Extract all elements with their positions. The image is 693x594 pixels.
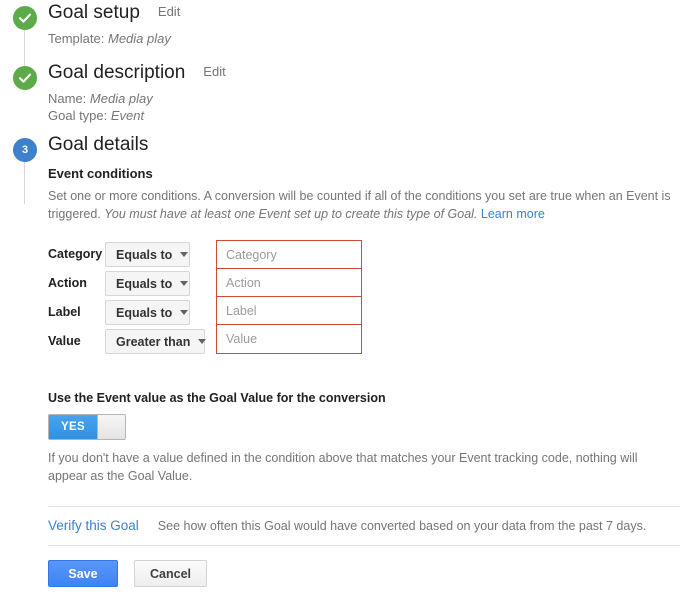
edit-goal-description-link[interactable]: Edit xyxy=(203,64,225,79)
category-operator-select[interactable]: Equals to xyxy=(105,242,190,267)
chevron-down-icon xyxy=(180,252,189,257)
condition-label: Category xyxy=(48,247,103,261)
operator-label: Equals to xyxy=(116,276,173,291)
event-conditions-heading: Event conditions xyxy=(48,166,153,181)
goal-type-prefix-label: Goal type: xyxy=(48,108,111,123)
event-conditions-section: Event conditions Set one or more conditi… xyxy=(48,166,684,223)
goal-name-value: Media play xyxy=(89,91,153,106)
use-event-value-toggle[interactable]: YES xyxy=(48,414,126,440)
step-title: Goal description xyxy=(48,62,186,83)
action-operator-select[interactable]: Equals to xyxy=(105,271,190,296)
toggle-knob xyxy=(97,415,125,439)
value-operator-select[interactable]: Greater than xyxy=(105,329,207,354)
condition-row-value: Value Greater than xyxy=(48,327,213,356)
condition-inputs-group xyxy=(216,240,362,354)
condition-label: Value xyxy=(48,334,81,348)
chevron-down-icon xyxy=(180,281,189,286)
template-prefix-label: Template: xyxy=(48,31,108,46)
condition-label: Label xyxy=(48,305,81,319)
step-goal-setup: Goal setup Edit Template: Media play xyxy=(0,2,180,72)
step-title: Goal setup xyxy=(48,2,140,23)
edit-goal-setup-link[interactable]: Edit xyxy=(158,4,180,19)
verify-goal-row: Verify this Goal See how often this Goal… xyxy=(48,518,646,533)
action-input[interactable] xyxy=(217,269,361,297)
form-actions: Save Cancel xyxy=(48,560,207,587)
cancel-button[interactable]: Cancel xyxy=(134,560,207,587)
stepper-connector-line xyxy=(24,160,25,204)
operator-label: Greater than xyxy=(116,334,191,349)
verify-this-goal-link[interactable]: Verify this Goal xyxy=(48,518,139,533)
value-input[interactable] xyxy=(217,325,361,353)
label-input[interactable] xyxy=(217,297,361,325)
chevron-down-icon xyxy=(180,310,189,315)
template-value: Media play xyxy=(107,31,171,46)
chevron-down-icon xyxy=(198,339,207,344)
goal-setup-template-summary: Template: Media play xyxy=(48,30,180,47)
condition-row-label: Label Equals to xyxy=(48,298,213,327)
event-value-toggle-section: Use the Event value as the Goal Value fo… xyxy=(48,391,684,485)
condition-label: Action xyxy=(48,276,87,290)
step-goal-description: Goal description Edit Name: Media play Go… xyxy=(0,62,226,204)
save-button[interactable]: Save xyxy=(48,560,118,587)
step-number-badge: 3 xyxy=(13,138,37,162)
label-operator-select[interactable]: Equals to xyxy=(105,300,190,325)
condition-row-action: Action Equals to xyxy=(48,269,213,298)
learn-more-link[interactable]: Learn more xyxy=(481,207,545,221)
step-goal-details: 3 Goal details xyxy=(0,134,149,162)
event-value-toggle-heading: Use the Event value as the Goal Value fo… xyxy=(48,391,386,405)
verify-goal-note: See how often this Goal would have conve… xyxy=(157,519,647,533)
step-complete-check-icon xyxy=(13,66,37,90)
operator-label: Equals to xyxy=(116,305,173,320)
step-title: Goal details xyxy=(48,134,149,155)
description-italic-text: You must have at least one Event set up … xyxy=(104,207,478,221)
step-complete-check-icon xyxy=(13,6,37,30)
operator-label: Equals to xyxy=(116,247,173,262)
goal-name-prefix-label: Name: xyxy=(48,91,90,106)
goal-type-value: Event xyxy=(110,108,145,123)
toggle-state-label: YES xyxy=(49,415,97,439)
event-value-toggle-note: If you don't have a value defined in the… xyxy=(48,451,638,483)
divider-above-verify xyxy=(48,506,680,507)
event-conditions-table: Category Equals to Action Equals to Labe… xyxy=(48,240,213,356)
goal-description-summary: Name: Media play Goal type: Event xyxy=(48,90,226,124)
divider-below-verify xyxy=(48,545,680,546)
category-input[interactable] xyxy=(217,241,361,269)
event-conditions-description: Set one or more conditions. A conversion… xyxy=(48,187,676,223)
condition-row-category: Category Equals to xyxy=(48,240,213,269)
